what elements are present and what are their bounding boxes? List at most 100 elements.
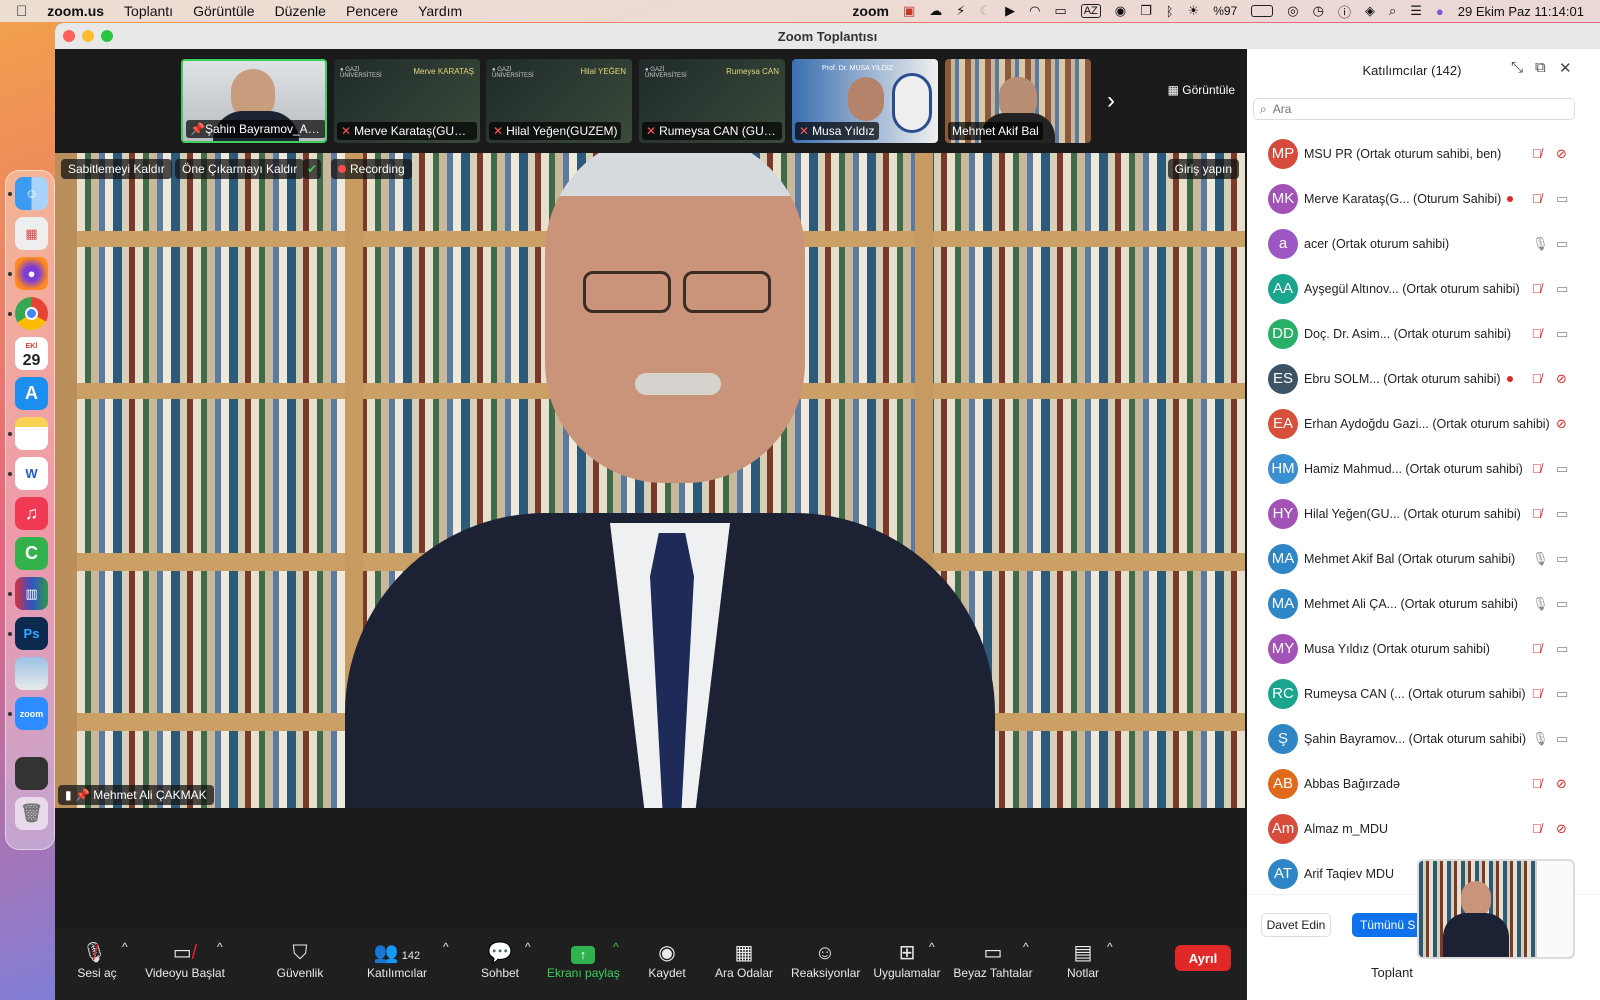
camera-off-icon[interactable]: ⊘ [1556,146,1567,162]
bluetooth-icon[interactable]: ᛒ [1166,4,1174,19]
security-button[interactable]: ⛉ Güvenlik [275,940,325,980]
trash-icon[interactable]: 🗑 [15,797,48,830]
participant-row[interactable]: Am Almaz m_MDU 🎙̸ ⊘ [1247,806,1600,851]
reactions-button[interactable]: ☺ Reaksiyonlar [791,940,860,980]
menu-item-edit[interactable]: Düzenle [275,3,326,19]
video-thumb[interactable]: Prof. Dr. MUSA YILDIZ ✕ Musa Yıldız [792,59,938,143]
moon-icon[interactable]: ☾ [979,3,991,19]
participant-row[interactable]: MP MSU PR (Ortak oturum sahibi, ben) 🎙̸ ⊘ [1247,131,1600,176]
app-store-icon[interactable]: A [15,377,48,410]
participant-row[interactable]: HM Hamiz Mahmud... (Ortak oturum sahibi) 🎙… [1247,446,1600,491]
headphones-icon[interactable]: ◠ [1029,3,1040,19]
participant-search[interactable]: ⌕ [1253,98,1575,120]
camera-icon[interactable]: ▭ [1556,191,1568,207]
main-video[interactable]: Sabitlemeyi Kaldır Öne Çıkarmayı Kaldır … [55,153,1245,808]
unpin-button[interactable]: Sabitlemeyi Kaldır [61,159,172,179]
participant-row[interactable]: DD Doç. Dr. Asim... (Ortak oturum sahibi)… [1247,311,1600,356]
participant-row[interactable]: Ş Şahin Bayramov... (Ortak oturum sahibi)… [1247,716,1600,761]
participant-row[interactable]: AA Ayşegül Altınov... (Ortak oturum sahib… [1247,266,1600,311]
menu-app-name[interactable]: zoom.us [47,3,104,19]
unmute-button[interactable]: 🎙/ Sesi aç [75,940,119,980]
video-thumb[interactable]: ● GAZİ ÜNİVERSİTESİ Merve KARATAŞ ✕ Merve… [334,59,480,143]
participant-row[interactable]: MK Merve Karataş(G... (Oturum Sahibi) 🎙̸ ▭ [1247,176,1600,221]
camera-icon[interactable]: ▭ [1556,326,1568,342]
start-video-button[interactable]: ▭/ Videoyu Başlat [145,940,225,980]
camera-icon[interactable]: ▭ [1556,506,1568,522]
chevron-right-icon[interactable]: › [1107,87,1115,115]
mic-icon[interactable]: 🎙 [1532,551,1549,567]
mic-icon[interactable]: 🎙 [1532,731,1549,747]
bolt-icon[interactable]: ⚡ [956,3,965,19]
word-icon[interactable]: W [15,457,48,490]
participant-row[interactable]: RC Rumeysa CAN (... (Ortak oturum sahibi)… [1247,671,1600,716]
mic-muted-icon[interactable]: 🎙̸ [1532,776,1542,791]
window-icon[interactable]: ❐ [1140,3,1152,19]
chat-button[interactable]: 💬 Sohbet [479,940,521,980]
camera-icon[interactable]: ▭ [1556,551,1568,567]
popout-icon[interactable]: ⧉ [1535,59,1546,76]
gallery-view-button[interactable]: ▦ Görüntüle [1168,83,1235,97]
camera-icon[interactable]: ▭ [1556,596,1568,612]
menu-item-window[interactable]: Pencere [346,3,398,19]
calendar-icon[interactable]: EKİ 29 [15,337,48,370]
participant-row[interactable]: AB Abbas Bağırzadə 🎙̸ ⊘ [1247,761,1600,806]
camera-icon[interactable]: ▭ [1556,236,1568,252]
remove-spotlight-button[interactable]: Öne Çıkarmayı Kaldır [175,159,305,179]
mic-icon[interactable]: 🎙 [1532,596,1549,612]
mic-muted-icon[interactable]: 🎙̸ [1532,146,1542,161]
mic-muted-icon[interactable]: 🎙̸ [1532,686,1542,701]
mic-muted-icon[interactable]: 🎙̸ [1532,326,1542,341]
apple-icon[interactable]:  [16,3,27,20]
floating-preview[interactable] [1417,859,1575,959]
menu-datetime[interactable]: 29 Ekim Paz 11:14:01 [1458,4,1584,19]
mic-muted-icon[interactable]: 🎙̸ [1532,191,1542,206]
music-icon[interactable]: ♫ [15,497,48,530]
share-options-caret[interactable]: ^ [613,940,619,954]
mic-muted-icon[interactable]: 🎙̸ [1532,461,1542,476]
participant-row[interactable]: MA Mehmet Akif Bal (Ortak oturum sahibi) 🎙… [1247,536,1600,581]
share-screen-button[interactable]: ↑ Ekranı paylaş [547,940,620,980]
zoom-window-button[interactable] [101,30,113,42]
launchpad-icon[interactable]: ▦ [15,217,48,250]
camtasia-icon[interactable]: C [15,537,48,570]
notes-button[interactable]: ▤ Notlar [1065,940,1101,980]
participants-button[interactable]: 👥 142 Katılımcılar [365,940,429,980]
chrome-icon[interactable] [15,297,48,330]
photoshop-icon[interactable]: Ps [15,617,48,650]
sign-in-button[interactable]: Giriş yapın [1167,159,1239,179]
search-input[interactable] [1272,102,1553,116]
participant-row[interactable]: a acer (Ortak oturum sahibi) 🎙 ▭ [1247,221,1600,266]
battery-percent[interactable]: %97 [1213,4,1237,18]
camera-icon[interactable]: ▭ [1556,641,1568,657]
accessibility-icon[interactable]: ⓘ [1338,2,1351,21]
video-thumb[interactable]: ● GAZİ ÜNİVERSİTESİ Hilal YEĞEN ✕ Hilal Y… [486,59,632,143]
display-icon[interactable]: ▭ [1054,3,1066,19]
whiteboards-options-caret[interactable]: ^ [1023,940,1029,954]
camera-icon[interactable]: ▭ [1556,686,1568,702]
mic-muted-icon[interactable]: 🎙̸ [1532,281,1542,296]
firefox-icon[interactable]: ● [15,257,48,290]
notes-icon[interactable] [15,417,48,450]
menu-item-help[interactable]: Yardım [418,3,462,19]
mic-muted-icon[interactable]: 🎙̸ [1532,641,1542,656]
collapse-icon[interactable]: ⤡ [1511,59,1523,76]
cloud-icon[interactable]: ☁ [929,3,942,19]
record-button[interactable]: ◉ Kaydet [647,940,687,980]
chat-options-caret[interactable]: ^ [525,940,531,954]
mic-muted-icon[interactable]: 🎙̸ [1532,506,1542,521]
airplay-icon[interactable]: ◈ [1365,3,1375,19]
close-icon[interactable]: ✕ [1559,59,1572,77]
apps-options-caret[interactable]: ^ [929,940,935,954]
preview-icon[interactable] [15,657,48,690]
menu-item-meeting[interactable]: Toplantı [124,3,173,19]
finder-icon[interactable]: ☺ [15,177,48,210]
recorder-icon[interactable]: ▣ [903,3,915,19]
recording-indicator[interactable]: Recording [331,159,412,179]
control-center-icon[interactable]: ☰ [1410,3,1422,19]
camera-off-icon[interactable]: ⊘ [1556,416,1567,432]
camera-icon[interactable]: ▭ [1556,281,1568,297]
zoom-icon[interactable]: zoom [15,697,48,730]
minimize-window-button[interactable] [82,30,94,42]
menu-item-view[interactable]: Görüntüle [193,3,254,19]
recent-window-icon[interactable] [15,757,48,790]
